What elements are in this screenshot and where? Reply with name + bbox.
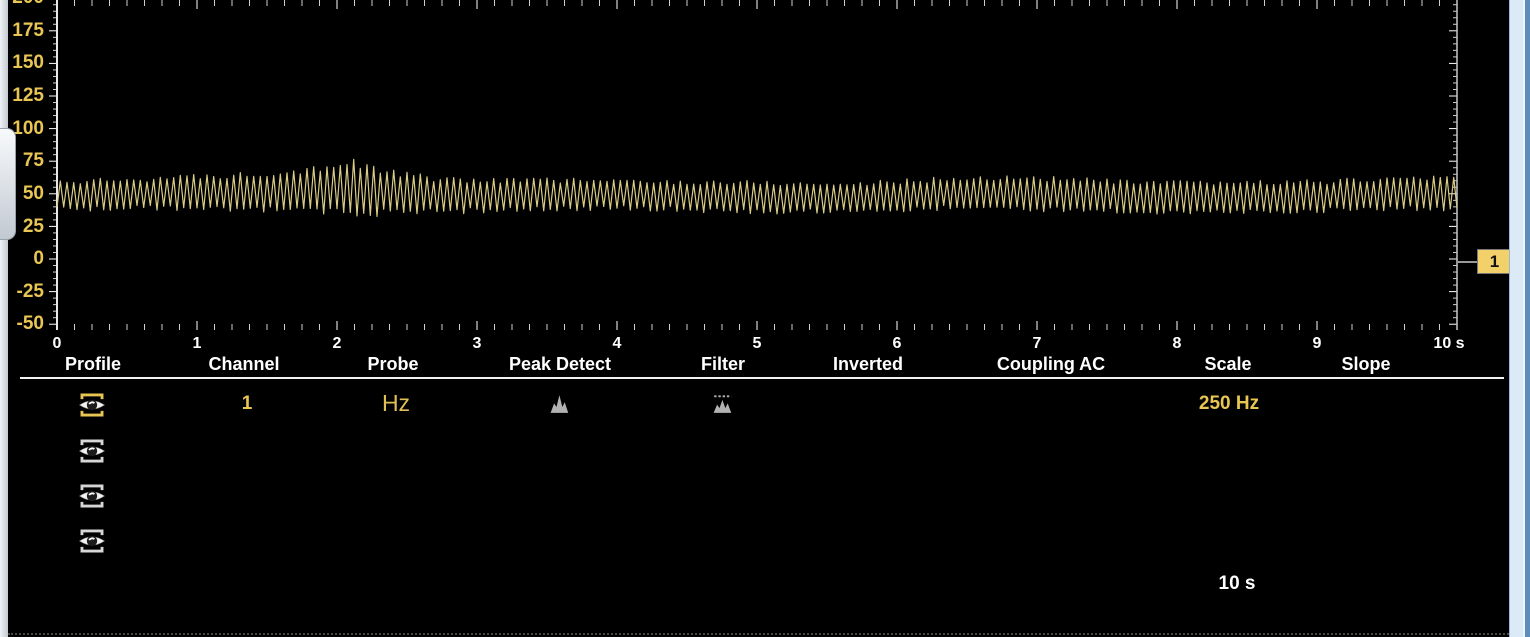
x-tick-label: 4	[587, 334, 647, 354]
eye-icon	[77, 438, 107, 464]
profile-visibility-toggle[interactable]	[77, 438, 107, 464]
x-tick-label: 8	[1147, 334, 1207, 354]
profile-visibility-toggle[interactable]	[77, 392, 107, 418]
eye-icon	[77, 483, 107, 509]
left-panel-edge	[0, 0, 8, 637]
oscilloscope-window: 200 175 150 125 100 75 50 25 0 -25 -50 0…	[0, 0, 1530, 637]
profile-visibility-toggle[interactable]	[77, 483, 107, 509]
x-tick-label: 1	[167, 334, 227, 354]
x-tick-label: 10 s	[1414, 334, 1484, 354]
channel-number[interactable]: 1	[217, 393, 277, 415]
column-header-channel: Channel	[159, 354, 329, 374]
x-tick-label: 2	[307, 334, 367, 354]
column-header-peak-detect: Peak Detect	[475, 354, 645, 374]
column-header-slope: Slope	[1281, 354, 1451, 374]
right-window-edge-scrollbar[interactable]	[1509, 0, 1530, 637]
x-tick-label: 3	[447, 334, 507, 354]
column-header-coupling-ac: Coupling AC	[966, 354, 1136, 374]
profile-visibility-toggle[interactable]	[77, 528, 107, 554]
probe-unit[interactable]: Hz	[366, 390, 426, 417]
channel-1-badge[interactable]: 1	[1477, 249, 1512, 274]
x-tick-label: 9	[1287, 334, 1347, 354]
column-header-profile: Profile	[8, 354, 178, 374]
header-divider	[20, 377, 1504, 379]
eye-icon	[77, 392, 107, 418]
x-tick-label: 7	[1007, 334, 1067, 354]
x-tick-label: 6	[867, 334, 927, 354]
x-tick-label: 0	[27, 334, 87, 354]
panel-drag-handle[interactable]	[0, 128, 16, 240]
column-header-inverted: Inverted	[783, 354, 953, 374]
eye-icon	[77, 528, 107, 554]
bottom-divider	[8, 633, 1509, 635]
waveform-canvas[interactable]	[0, 0, 1530, 330]
peak-detect-icon[interactable]	[549, 394, 571, 414]
timebase-value[interactable]: 10 s	[1177, 573, 1297, 595]
column-header-probe: Probe	[308, 354, 478, 374]
scale-value[interactable]: 250 Hz	[1149, 393, 1309, 415]
filter-icon[interactable]	[712, 394, 734, 414]
x-tick-label: 5	[727, 334, 787, 354]
